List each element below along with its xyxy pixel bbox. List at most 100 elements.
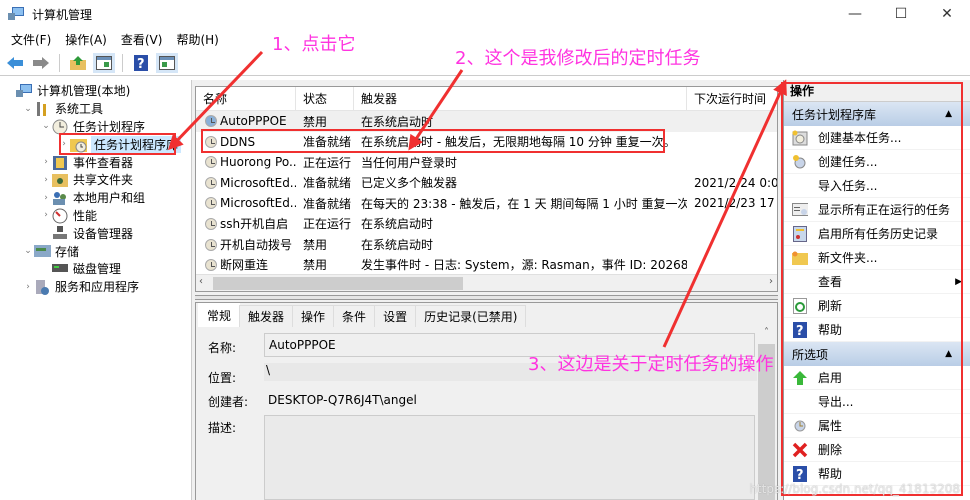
computer-management-icon [8,7,24,21]
action-item[interactable]: 新文件夹... [784,246,970,270]
task-cell-trigger: 在系统启动时 [354,215,687,232]
task-cell-text: 在每天的 23:38 - 触发后，在 1 天 期间每隔 1 小时 重复一次。 [361,196,687,211]
description-field[interactable] [264,415,755,500]
running-tasks-icon [792,202,808,218]
tree-item-4[interactable]: › 事件查看器 [0,153,191,171]
column-header-name[interactable]: 名称 [196,87,296,110]
column-header-status[interactable]: 状态 [296,87,354,110]
forward-button[interactable] [30,53,52,73]
tree-item-label: 性能 [73,208,98,223]
show-hide-action-pane-button[interactable] [156,52,178,73]
task-clock-icon [205,135,217,148]
expand-chevron-icon[interactable]: › [40,210,52,220]
action-item[interactable]: 创建任务... [784,150,970,174]
action-label: 启用所有任务历史记录 [818,227,939,241]
tree-item-7[interactable]: › 性能 [0,207,191,225]
tree-item-1[interactable]: ⌄ 系统工具 [0,100,191,118]
back-button[interactable] [4,53,26,73]
tree-item-2[interactable]: ⌄ 任务计划程序 [0,118,191,136]
tree-item-5[interactable]: › 共享文件夹 [0,171,191,189]
scrollbar-thumb[interactable] [213,277,463,290]
pane-splitter[interactable] [195,295,778,300]
task-row[interactable]: MicrosoftEd... 准备就绪 已定义多个触发器 2021/2/24 0:0 [196,173,777,194]
no-icon [792,178,808,194]
expand-chevron-icon[interactable]: › [40,193,52,203]
action-item[interactable]: 启用所有任务历史记录 [784,222,970,246]
tab-conditions[interactable]: 条件 [333,305,376,327]
tree-item-9[interactable]: ⌄ 存储 [0,242,191,260]
tab-actions[interactable]: 操作 [292,305,335,327]
collapse-chevron-icon[interactable]: ⌄ [22,104,34,114]
task-row[interactable]: DDNS 准备就绪 在系统启动时 - 触发后，无限期地每隔 10 分钟 重复一次。 [196,132,777,153]
tab-general[interactable]: 常规 [198,303,241,327]
event-viewer-icon [52,155,68,171]
section-title: 任务计划程序库 [792,107,877,122]
action-item[interactable]: 启用 [784,366,970,390]
expand-chevron-icon[interactable]: › [22,282,34,292]
collapse-chevron-icon[interactable]: ⌄ [22,246,34,256]
tree-item-11[interactable]: › 服务和应用程序 [0,278,191,296]
action-item[interactable]: 属性 [784,414,970,438]
task-cell-text: 开机自动拨号 [220,237,293,252]
task-row[interactable]: AutoPPPOE 禁用 在系统启动时 [196,111,777,132]
toolbar-separator [122,53,123,72]
scroll-up-icon[interactable]: ˄ [758,327,775,344]
tree-item-label: 任务计划程序 [73,119,146,134]
action-item[interactable]: ? 帮助 [784,318,970,342]
storage-icon [34,244,51,258]
task-cell-text: 禁用 [303,114,328,129]
expand-chevron-icon[interactable]: › [40,175,52,185]
action-item[interactable]: 显示所有正在运行的任务 [784,198,970,222]
tree-item-label: 计算机管理(本地) [37,84,131,99]
show-hide-console-tree-icon [96,55,112,70]
menu-view[interactable]: 查看(V) [114,31,170,48]
minimize-button[interactable]: — [832,0,878,28]
tree-item-label: 本地用户和组 [73,191,146,206]
collapse-triangle-icon[interactable]: ▲ [945,109,952,119]
task-row[interactable]: 开机自动拨号 禁用 在系统启动时 [196,234,777,255]
tab-settings[interactable]: 设置 [374,305,417,327]
help-button[interactable]: ? [130,53,152,73]
action-item[interactable]: 导出... [784,390,970,414]
tree-item-10[interactable]: 磁盘管理 [0,260,191,278]
up-button[interactable] [67,53,89,73]
action-label: 导入任务... [818,179,878,193]
expand-chevron-icon[interactable]: › [40,157,52,167]
location-label: 位置: [208,371,237,385]
actions-section-header[interactable]: 任务计划程序库 ▲ [784,102,970,126]
collapse-triangle-icon[interactable]: ▲ [945,349,952,359]
action-item[interactable]: 刷新 [784,294,970,318]
task-row[interactable]: Huorong Po... 正在运行 当任何用户登录时 [196,152,777,173]
close-button[interactable]: ✕ [924,0,970,28]
task-row[interactable]: MicrosoftEd... 准备就绪 在每天的 23:38 - 触发后，在 1 天… [196,193,777,214]
column-header-trigger[interactable]: 触发器 [354,87,687,110]
task-cell-text: AutoPPPOE [220,114,287,129]
maximize-button[interactable]: ☐ [878,0,924,28]
collapse-chevron-icon[interactable]: ⌄ [40,121,52,131]
tree-item-label: 存储 [55,244,80,259]
menu-action[interactable]: 操作(A) [58,31,114,48]
action-item[interactable]: 创建基本任务... [784,126,970,150]
actions-section-header[interactable]: 所选项 ▲ [784,342,970,366]
tree-item-3[interactable]: › 任务计划程序库 [0,135,191,153]
action-item[interactable]: 查看 ▶ [784,270,970,294]
tree-item-6[interactable]: › 本地用户和组 [0,189,191,207]
action-item[interactable]: 导入任务... [784,174,970,198]
menu-help[interactable]: 帮助(H) [169,31,225,48]
action-item[interactable]: 删除 [784,438,970,462]
tree-item-8[interactable]: 设备管理器 [0,224,191,242]
tab-triggers[interactable]: 触发器 [239,305,294,327]
horizontal-scrollbar[interactable]: ‹ › [196,274,777,291]
menu-file[interactable]: 文件(F) [4,31,58,48]
column-header-next-run[interactable]: 下次运行时间 [687,87,777,110]
expand-chevron-icon[interactable]: › [58,139,70,149]
task-row[interactable]: ssh开机自启 正在运行 在系统启动时 [196,214,777,235]
tab-history[interactable]: 历史记录(已禁用) [415,305,527,327]
history-icon [792,225,808,242]
scroll-left-icon[interactable]: ‹ [199,276,203,287]
section-title: 所选项 [792,347,829,362]
task-row[interactable]: 断网重连 禁用 发生事件时 - 日志: System，源: Rasman，事件 ID… [196,255,777,276]
show-hide-console-tree-button[interactable] [93,52,115,73]
scroll-right-icon[interactable]: › [769,276,773,287]
tree-item-0[interactable]: 计算机管理(本地) [0,82,191,100]
